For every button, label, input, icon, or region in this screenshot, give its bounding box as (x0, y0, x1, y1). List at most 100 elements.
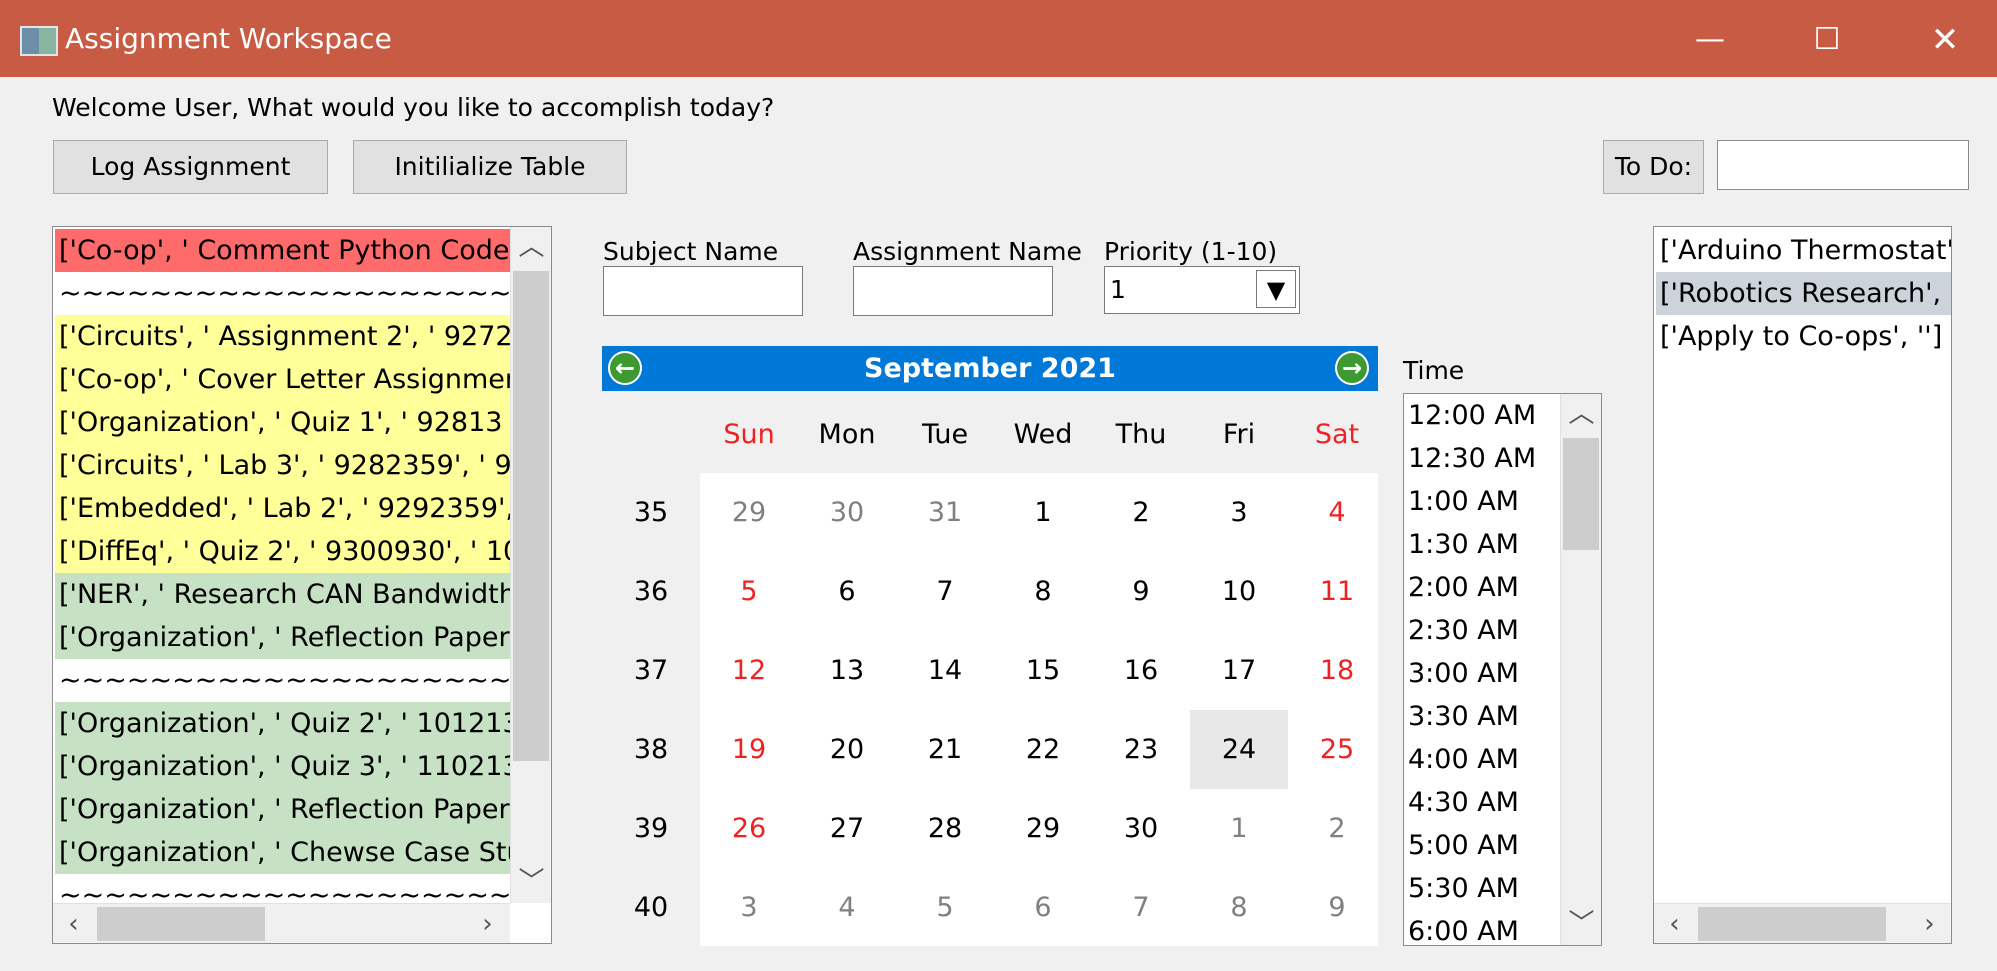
calendar-day[interactable]: 24 (1190, 710, 1288, 789)
calendar-day[interactable]: 5 (700, 552, 798, 631)
calendar-month-year[interactable]: September 2021 (602, 346, 1378, 391)
minimize-button[interactable]: — (1680, 20, 1740, 60)
calendar-day[interactable]: 6 (994, 868, 1092, 946)
calendar-day[interactable]: 7 (896, 552, 994, 631)
todo-listbox[interactable]: ['Arduino Thermostat', ''['Robotics Rese… (1653, 226, 1952, 944)
calendar-day[interactable]: 25 (1288, 710, 1378, 789)
assignment-vertical-scrollbar[interactable]: ︿ ﹀ (510, 227, 551, 903)
calendar-day[interactable]: 12 (700, 631, 798, 710)
calendar-day[interactable]: 13 (798, 631, 896, 710)
calendar-day[interactable]: 10 (1190, 552, 1288, 631)
assignment-row[interactable]: ['Circuits', ' Lab 3', ' 9282359', ' 9 (55, 444, 510, 487)
calendar-day[interactable]: 23 (1092, 710, 1190, 789)
time-option[interactable]: 4:30 AM (1404, 781, 1560, 824)
scroll-down-arrow-icon[interactable]: ﹀ (1561, 904, 1601, 945)
calendar-day[interactable]: 5 (896, 868, 994, 946)
calendar-day[interactable]: 18 (1288, 631, 1378, 710)
calendar-day[interactable]: 21 (896, 710, 994, 789)
calendar-day[interactable]: 20 (798, 710, 896, 789)
time-option[interactable]: 1:00 AM (1404, 480, 1560, 523)
time-option[interactable]: 3:30 AM (1404, 695, 1560, 738)
assignment-horizontal-scrollbar[interactable]: ‹ › (53, 903, 510, 943)
assignment-row[interactable]: ['Co-op', ' Comment Python Code (55, 229, 510, 272)
scroll-left-arrow-icon[interactable]: ‹ (1654, 904, 1695, 943)
assignment-row[interactable]: ['Organization', ' Quiz 1', ' 92813 (55, 401, 510, 444)
assignment-row[interactable]: ['Co-op', ' Cover Letter Assignmen (55, 358, 510, 401)
scroll-right-arrow-icon[interactable]: › (467, 904, 508, 943)
assignment-name-input[interactable] (853, 266, 1053, 316)
calendar-day[interactable]: 4 (798, 868, 896, 946)
assignment-row[interactable]: ['Organization', ' Quiz 3', ' 110213 (55, 745, 510, 788)
calendar-day[interactable]: 3 (1190, 473, 1288, 552)
scroll-up-arrow-icon[interactable]: ︿ (1561, 394, 1601, 435)
calendar-day[interactable]: 27 (798, 789, 896, 868)
close-button[interactable]: ✕ (1915, 20, 1975, 60)
calendar-day[interactable]: 17 (1190, 631, 1288, 710)
time-scroll-thumb[interactable] (1563, 438, 1599, 550)
calendar-day[interactable]: 3 (700, 868, 798, 946)
assignment-row[interactable]: ['DiffEq', ' Quiz 2', ' 9300930', ' 10 (55, 530, 510, 573)
calendar-day[interactable]: 31 (896, 473, 994, 552)
list-separator[interactable]: ~~~~~~~~~~~~~~~~~~~~~~~~ (55, 659, 510, 702)
calendar-day[interactable]: 22 (994, 710, 1092, 789)
time-listbox[interactable]: 12:00 AM 12:30 AM 1:00 AM 1:30 AM 2:00 AM 2:3… (1403, 393, 1602, 946)
calendar-day[interactable]: 4 (1288, 473, 1378, 552)
time-option[interactable]: 12:30 AM (1404, 437, 1560, 480)
list-separator[interactable]: ~~~~~~~~~~~~~~~~~~~~~~~~ (55, 272, 510, 315)
initialize-table-button[interactable]: Initilialize Table (353, 140, 627, 194)
scroll-down-arrow-icon[interactable]: ﹀ (511, 862, 551, 903)
assignment-row[interactable]: ['Organization', ' Quiz 2', ' 101213 (55, 702, 510, 745)
assignment-row[interactable]: ['Organization', ' Reflection Paper (55, 616, 510, 659)
prev-month-arrow-icon[interactable]: ← (608, 351, 642, 385)
title-bar[interactable]: Assignment Workspace — ☐ ✕ (0, 0, 1997, 77)
horizontal-scroll-thumb[interactable] (1698, 907, 1886, 941)
calendar-day[interactable]: 15 (994, 631, 1092, 710)
time-option[interactable]: 12:00 AM (1404, 394, 1560, 437)
scroll-left-arrow-icon[interactable]: ‹ (53, 904, 94, 943)
calendar-day[interactable]: 30 (798, 473, 896, 552)
dropdown-arrow-icon[interactable]: ▼ (1256, 270, 1296, 308)
calendar-day[interactable]: 30 (1092, 789, 1190, 868)
todo-item[interactable]: ['Robotics Research', '' (1656, 272, 1951, 315)
calendar-day[interactable]: 9 (1288, 868, 1378, 946)
scroll-right-arrow-icon[interactable]: › (1909, 904, 1950, 943)
calendar-widget[interactable]: September 2021 ← → Sun Mon Tue Wed Thu Fri Sat… (602, 346, 1378, 946)
scroll-up-arrow-icon[interactable]: ︿ (511, 227, 551, 268)
calendar-day[interactable]: 29 (700, 473, 798, 552)
calendar-day[interactable]: 2 (1092, 473, 1190, 552)
subject-name-input[interactable] (603, 266, 803, 316)
time-option[interactable]: 6:00 AM (1404, 910, 1560, 945)
calendar-day[interactable]: 29 (994, 789, 1092, 868)
time-option[interactable]: 4:00 AM (1404, 738, 1560, 781)
calendar-day[interactable]: 8 (994, 552, 1092, 631)
time-option[interactable]: 3:00 AM (1404, 652, 1560, 695)
horizontal-scroll-thumb[interactable] (97, 907, 265, 941)
time-option[interactable]: 1:30 AM (1404, 523, 1560, 566)
calendar-day[interactable]: 1 (994, 473, 1092, 552)
time-option[interactable]: 2:00 AM (1404, 566, 1560, 609)
assignment-row[interactable]: ['Organization', ' Chewse Case Stu (55, 831, 510, 874)
calendar-day[interactable]: 2 (1288, 789, 1378, 868)
calendar-day[interactable]: 19 (700, 710, 798, 789)
log-assignment-button[interactable]: Log Assignment (53, 140, 328, 194)
next-month-arrow-icon[interactable]: → (1335, 351, 1369, 385)
time-option[interactable]: 5:30 AM (1404, 867, 1560, 910)
calendar-day[interactable]: 9 (1092, 552, 1190, 631)
calendar-day[interactable]: 6 (798, 552, 896, 631)
time-option[interactable]: 5:00 AM (1404, 824, 1560, 867)
todo-horizontal-scrollbar[interactable]: ‹ › (1654, 903, 1951, 943)
todo-input[interactable] (1717, 140, 1969, 190)
assignment-listbox[interactable]: ['Co-op', ' Comment Python Code ~~~~~~~~~… (52, 226, 552, 944)
time-option[interactable]: 2:30 AM (1404, 609, 1560, 652)
calendar-day[interactable]: 26 (700, 789, 798, 868)
calendar-day[interactable]: 28 (896, 789, 994, 868)
time-vertical-scrollbar[interactable]: ︿ ﹀ (1560, 394, 1601, 945)
calendar-day[interactable]: 8 (1190, 868, 1288, 946)
list-separator[interactable]: ~~~~~~~~~~~~~~~~~~~~~~~~ (55, 874, 510, 899)
scroll-thumb[interactable] (513, 271, 549, 761)
calendar-day[interactable]: 16 (1092, 631, 1190, 710)
assignment-row[interactable]: ['Circuits', ' Assignment 2', ' 9272 (55, 315, 510, 358)
maximize-button[interactable]: ☐ (1797, 20, 1857, 60)
todo-item[interactable]: ['Apply to Co-ops', ''] (1656, 315, 1951, 358)
assignment-row[interactable]: ['Organization', ' Reflection Paper (55, 788, 510, 831)
